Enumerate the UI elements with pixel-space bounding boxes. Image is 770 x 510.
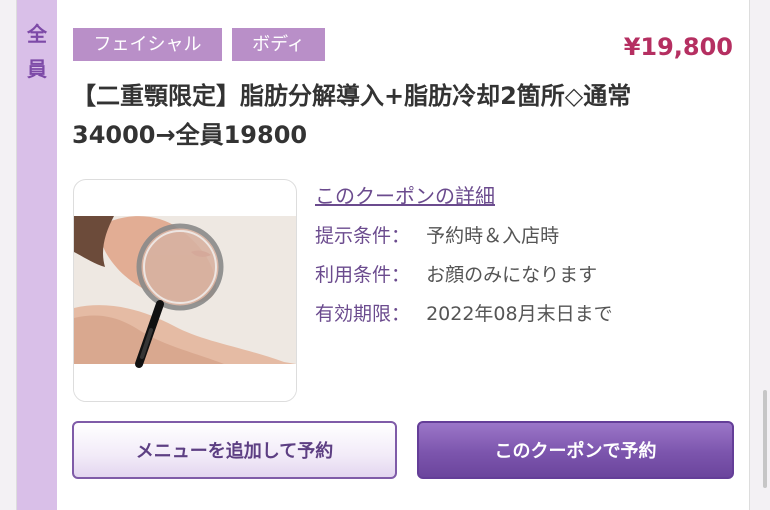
expiration-condition-label: 有効期限：	[315, 303, 411, 325]
reserve-with-coupon-button[interactable]: このクーポンで予約	[417, 421, 734, 479]
category-badge: フェイシャル	[73, 28, 222, 61]
coupon-detail-link[interactable]: このクーポンの詳細	[315, 180, 495, 209]
coupon-photo	[73, 179, 297, 402]
target-side-tag: 全 員	[17, 0, 57, 510]
category-badge: ボディ	[232, 28, 325, 61]
expiration-condition: 有効期限： 2022年08月末日まで	[315, 299, 613, 326]
usage-condition-value: お顔のみになります	[426, 264, 598, 286]
side-tag-char: 員	[27, 57, 47, 81]
coupon-title: 【二重顎限定】脂肪分解導入+脂肪冷却2箇所◇通常34000→全員19800	[72, 82, 632, 149]
add-menu-reserve-button[interactable]: メニューを追加して予約	[72, 421, 397, 479]
presentation-condition-value: 予約時＆入店時	[426, 225, 560, 247]
woman-chin-magnifier-image	[74, 216, 296, 401]
presentation-condition: 提示条件： 予約時＆入店時	[315, 221, 559, 248]
usage-condition: 利用条件： お顔のみになります	[315, 260, 597, 287]
coupon-price: ¥19,800	[623, 33, 733, 61]
side-tag-char: 全	[27, 22, 47, 46]
usage-condition-label: 利用条件：	[315, 264, 411, 286]
presentation-condition-label: 提示条件：	[315, 225, 411, 247]
expiration-condition-value: 2022年08月末日まで	[426, 303, 613, 325]
scrollbar[interactable]	[763, 390, 767, 488]
